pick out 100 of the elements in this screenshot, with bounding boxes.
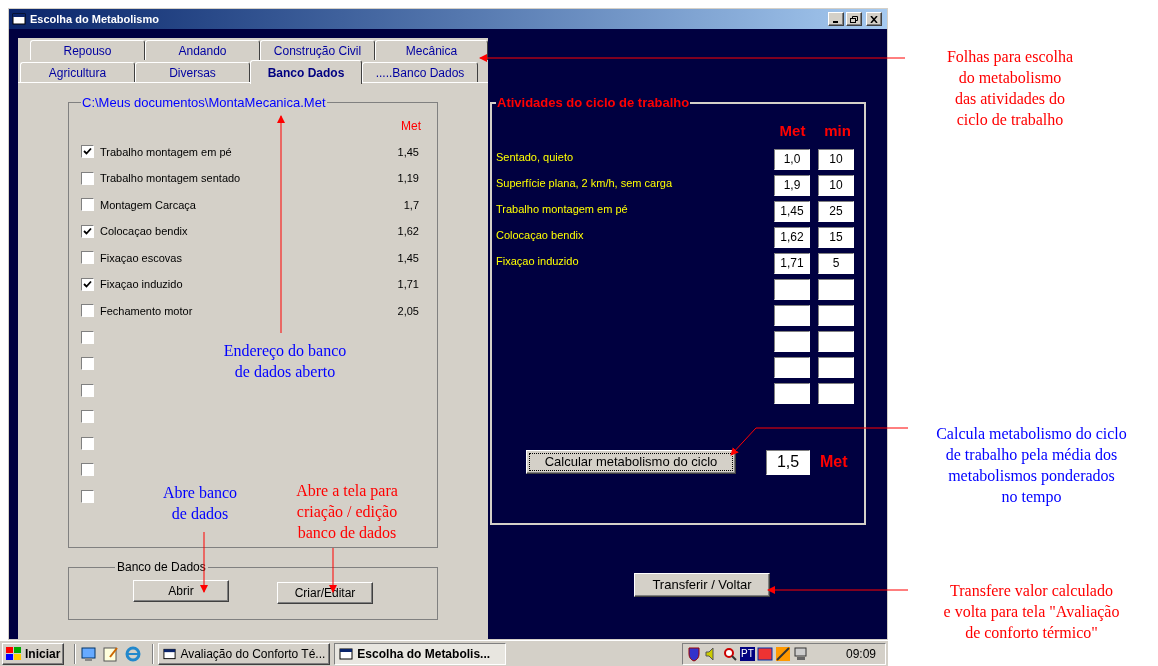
activity-label: Fechamento motor — [100, 303, 194, 319]
activity-label: Colocaçao bendix — [496, 227, 584, 243]
desktop-icon[interactable] — [80, 645, 99, 662]
tab[interactable]: Andando — [145, 40, 260, 60]
checkbox[interactable] — [81, 383, 94, 397]
met-field[interactable]: 1,9 — [774, 174, 810, 196]
checkbox[interactable] — [81, 171, 94, 185]
met-value: 1,62 — [397, 224, 420, 239]
met-field[interactable]: 1,62 — [774, 226, 810, 248]
group-title: Banco de Dados — [116, 559, 207, 576]
checkbox[interactable] — [81, 357, 94, 371]
minimize-button[interactable] — [828, 12, 844, 26]
activity-label: Fixaçao induzido — [100, 277, 184, 292]
minutes-field[interactable]: 5 — [818, 252, 854, 274]
activity-label: Trabalho montagem em pé — [100, 144, 233, 160]
database-button[interactable]: Abrir — [133, 580, 229, 602]
windows-logo-icon — [6, 646, 22, 661]
activity-label: Sentado, quieto — [496, 149, 574, 165]
database-button[interactable]: Criar/Editar — [277, 582, 373, 604]
met-value: 1,45 — [397, 250, 420, 266]
browser-icon[interactable] — [124, 645, 143, 662]
minutes-field[interactable] — [818, 278, 854, 300]
minutes-field[interactable]: 10 — [818, 174, 854, 196]
activity-label: Trabalho montagem sentado — [100, 171, 242, 186]
notepad-icon[interactable] — [102, 645, 121, 662]
minutes-field[interactable] — [818, 382, 854, 404]
shield-icon[interactable] — [686, 645, 702, 662]
met-field[interactable] — [774, 330, 810, 352]
taskbar-task[interactable]: Escolha do Metabolis... — [334, 642, 507, 665]
column-header: Met — [778, 121, 807, 141]
annotation-text: Abre a tela para criação / edição banco de dados — [295, 481, 399, 543]
met-value: 1,71 — [397, 277, 420, 292]
computer-icon[interactable] — [792, 645, 809, 662]
met-value: 1,19 — [397, 171, 420, 186]
checkbox[interactable] — [81, 489, 94, 503]
restore-button[interactable] — [846, 12, 862, 26]
result-unit: Met — [820, 452, 848, 472]
checkbox[interactable] — [81, 410, 94, 424]
column-header: Met — [401, 117, 421, 135]
activity-label: Montagem Carcaça — [100, 197, 197, 213]
column-header: min — [823, 121, 852, 141]
met-field[interactable] — [774, 382, 810, 404]
minutes-field[interactable] — [818, 356, 854, 378]
met-field[interactable] — [774, 356, 810, 378]
activity-label: Trabalho montagem em pé — [496, 201, 628, 217]
minutes-field[interactable]: 15 — [818, 226, 854, 248]
minutes-field[interactable]: 25 — [818, 200, 854, 222]
close-icon — [870, 15, 878, 23]
checkbox[interactable] — [81, 145, 94, 159]
taskbar-task[interactable]: Avaliação do Conforto Té... — [158, 642, 331, 665]
checkbox[interactable] — [81, 277, 94, 291]
checkbox[interactable] — [81, 436, 94, 450]
tab[interactable]: Repouso — [30, 40, 145, 60]
tab[interactable]: .....Banco Dados — [362, 62, 478, 82]
minutes-field[interactable] — [818, 330, 854, 352]
met-field[interactable]: 1,0 — [774, 148, 810, 170]
checkbox[interactable] — [81, 224, 94, 238]
restore-icon — [850, 15, 858, 23]
minutes-field[interactable]: 10 — [818, 148, 854, 170]
window-title: Escolha do Metabolismo — [30, 11, 160, 27]
met-value: 1,7 — [403, 197, 420, 213]
result-field[interactable]: 1,5 — [766, 449, 810, 475]
clock: 09:09 — [845, 645, 876, 663]
checkbox[interactable] — [81, 198, 94, 212]
activity-label: Colocaçao bendix — [100, 224, 189, 239]
met-field[interactable] — [774, 278, 810, 300]
tab[interactable]: Banco Dados — [250, 60, 362, 84]
annotation-text: Endereço do banco de dados aberto — [222, 341, 348, 382]
annotation-text: Transfere valor calculado e volta para tela "Avaliação de conforto térmico" — [942, 581, 1121, 643]
met-field[interactable]: 1,71 — [774, 252, 810, 274]
annotation-text: Folhas para escolha do metabolismo das atividades do ciclo de trabalho — [945, 47, 1075, 130]
annotation-text: Calcula metabolismo do ciclo de trabalho pela média dos metabolismos ponderados no tempo — [935, 424, 1128, 507]
language-indicator[interactable]: PT — [740, 646, 755, 661]
transfer-button[interactable]: Transferir / Voltar — [634, 573, 770, 597]
tab[interactable]: Diversas — [135, 62, 250, 82]
activity-label: Fixaçao escovas — [100, 250, 183, 266]
minutes-field[interactable] — [818, 304, 854, 326]
checkbox[interactable] — [81, 463, 94, 477]
tray-app-icon[interactable] — [774, 645, 791, 662]
met-field[interactable] — [774, 304, 810, 326]
met-value: 2,05 — [397, 303, 420, 319]
window-icon — [163, 647, 177, 660]
cycle-title: Atividades do ciclo de trabalho — [496, 94, 691, 112]
calculate-button[interactable]: Calcular metabolismo do ciclo — [526, 450, 736, 474]
checkbox[interactable] — [81, 304, 94, 318]
activity-label: Superfície plana, 2 km/h, sem carga — [496, 175, 673, 191]
magnifier-icon[interactable] — [722, 645, 738, 662]
network-icon[interactable] — [756, 645, 773, 662]
close-button[interactable] — [866, 12, 882, 26]
start-button[interactable]: Iniciar — [2, 642, 65, 665]
met-value: 1,45 — [397, 144, 420, 160]
met-field[interactable]: 1,45 — [774, 200, 810, 222]
window-icon — [339, 647, 354, 660]
database-path: C:\Meus documentos\MontaMecanica.Met — [81, 94, 327, 112]
tab[interactable]: Agricultura — [20, 62, 135, 82]
annotation-text: Abre banco de dados — [161, 483, 239, 524]
checkbox[interactable] — [81, 330, 94, 344]
tab[interactable]: Construção Civil — [260, 40, 375, 60]
checkbox[interactable] — [81, 251, 94, 265]
tab[interactable]: Mecânica — [375, 40, 488, 60]
